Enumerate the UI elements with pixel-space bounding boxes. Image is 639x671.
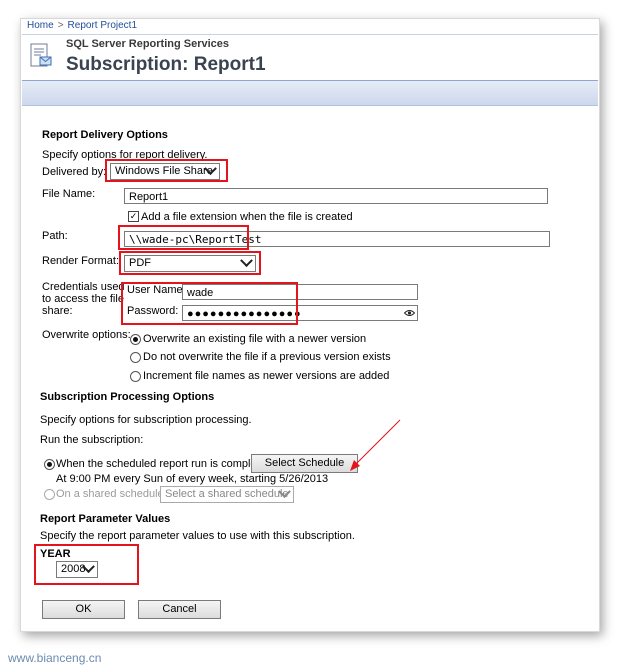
delivered-by-label: Delivered by: [42, 166, 107, 178]
overwrite-radio-no-overwrite[interactable] [130, 352, 141, 363]
breadcrumb-home-link[interactable]: Home [27, 20, 54, 31]
highlight-credentials [121, 282, 298, 325]
highlight-year [34, 544, 139, 585]
scheduled-run-label: When the scheduled report run is complet… [56, 458, 269, 470]
cancel-button[interactable]: Cancel [138, 600, 221, 619]
path-label: Path: [42, 230, 68, 242]
scheduled-run-radio[interactable] [44, 459, 55, 470]
toolbar-band [22, 80, 598, 106]
shared-schedule-label: On a shared schedule: [56, 488, 167, 500]
overwrite-option-increment: Increment file names as newer versions a… [143, 370, 390, 382]
breadcrumb: Home > Report Project1 [27, 20, 137, 31]
breadcrumb-project-link[interactable]: Report Project1 [68, 20, 137, 31]
page-title: Subscription: Report1 [66, 54, 266, 75]
header-divider [22, 34, 598, 35]
credentials-label: Credentials used to access the file shar… [42, 281, 125, 317]
processing-description: Specify options for subscription process… [40, 414, 252, 426]
delivery-heading: Report Delivery Options [42, 129, 168, 141]
ok-button[interactable]: OK [42, 600, 125, 619]
shared-schedule-value: Select a shared schedule [165, 488, 289, 500]
report-icon [30, 43, 52, 67]
watermark: www.bianceng.cn [8, 651, 102, 665]
highlight-render-format [119, 251, 261, 275]
schedule-summary: At 9:00 PM every Sun of every week, star… [56, 473, 329, 485]
overwrite-option-no-overwrite: Do not overwrite the file if a previous … [143, 351, 391, 363]
app-title: SQL Server Reporting Services [66, 38, 230, 50]
credentials-label-line-1: Credentials used [42, 281, 125, 293]
credentials-label-line-3: share: [42, 305, 73, 317]
shared-schedule-select[interactable]: Select a shared schedule [160, 485, 294, 503]
shared-schedule-radio[interactable] [44, 489, 55, 500]
credentials-label-line-2: to access the file [42, 293, 124, 305]
file-extension-checkbox[interactable]: ✓ [128, 211, 139, 222]
render-format-label: Render Format: [42, 255, 120, 267]
reveal-password-icon[interactable] [404, 309, 415, 317]
annotation-arrow [350, 419, 401, 471]
overwrite-option-newer: Overwrite an existing file with a newer … [143, 333, 367, 345]
run-subscription-label: Run the subscription: [40, 434, 144, 446]
highlight-path [118, 225, 249, 250]
overwrite-label: Overwrite options: [42, 329, 131, 341]
parameters-description: Specify the report parameter values to u… [40, 530, 355, 542]
overwrite-radio-increment[interactable] [130, 371, 141, 382]
parameters-heading: Report Parameter Values [40, 513, 171, 525]
processing-heading: Subscription Processing Options [40, 391, 215, 403]
breadcrumb-separator: > [57, 20, 64, 31]
highlight-delivered-by [105, 159, 228, 182]
overwrite-radio-newer[interactable] [130, 334, 141, 345]
file-name-label: File Name: [42, 188, 96, 200]
select-schedule-button[interactable]: Select Schedule [251, 454, 358, 473]
file-extension-label: Add a file extension when the file is cr… [141, 211, 353, 223]
file-name-input[interactable]: Report1 [124, 188, 548, 204]
